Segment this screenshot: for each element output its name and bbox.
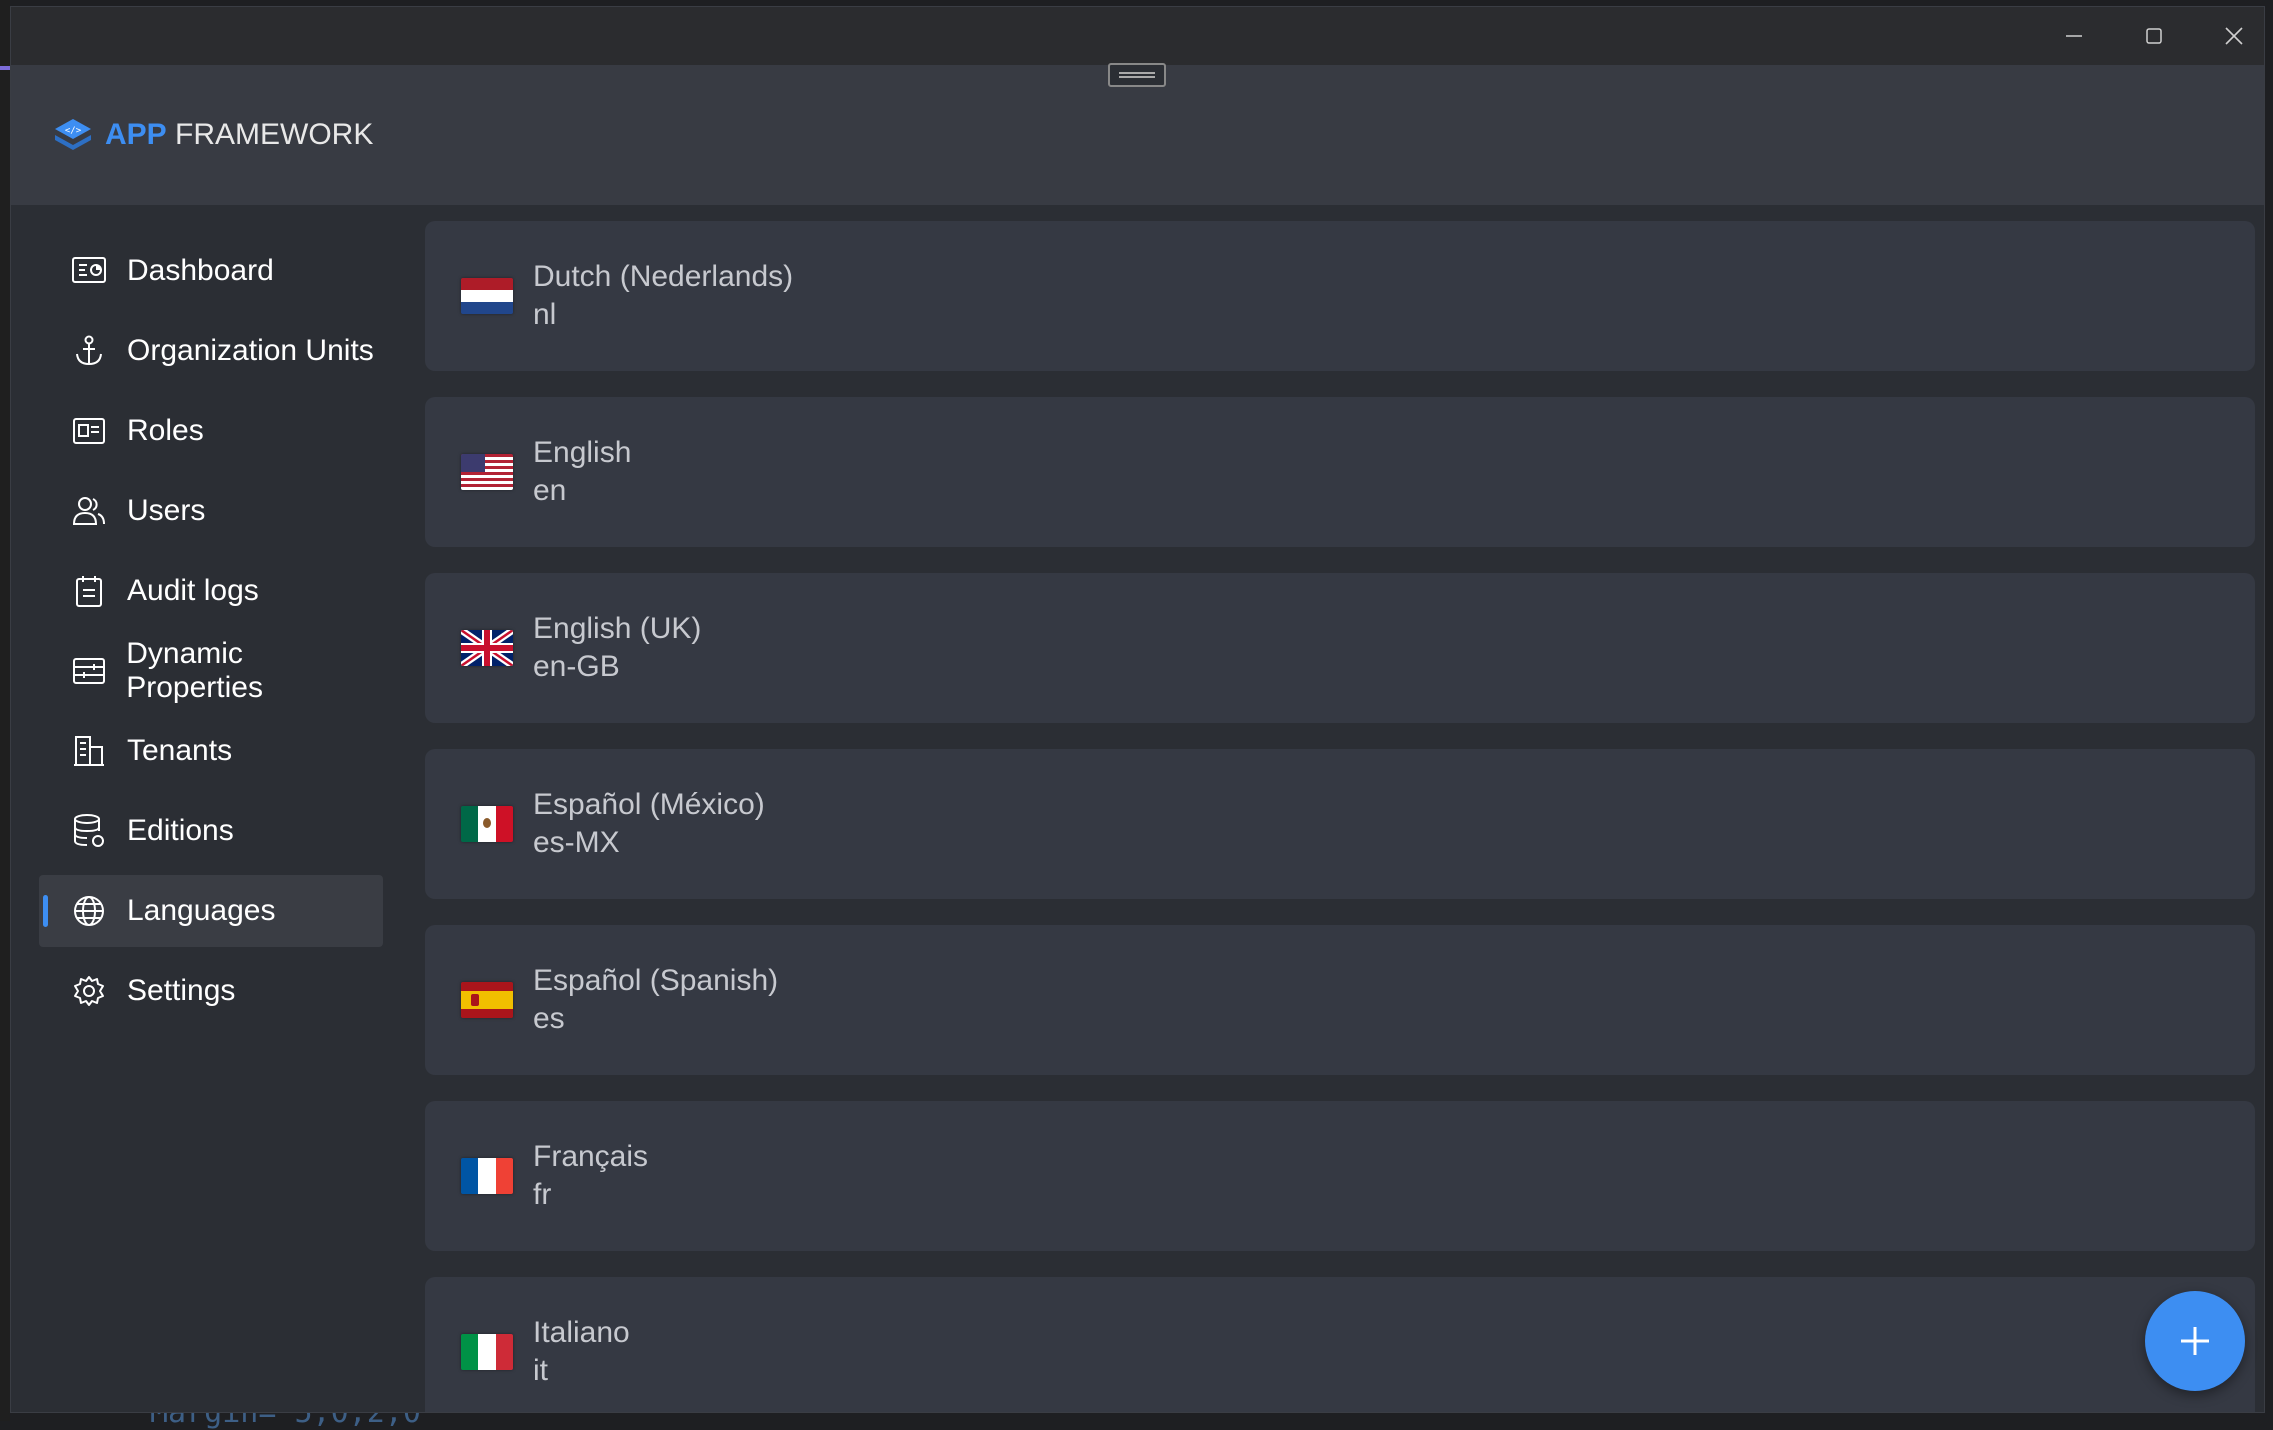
language-code: es bbox=[533, 1002, 565, 1035]
fr-flag-icon bbox=[461, 1158, 513, 1194]
users-icon bbox=[69, 491, 109, 531]
close-button[interactable] bbox=[2194, 7, 2264, 65]
list-item[interactable]: Dutch (Nederlands) nl bbox=[425, 221, 2255, 371]
language-code: nl bbox=[533, 298, 557, 331]
app-logo-icon: </> bbox=[55, 119, 91, 150]
sidebar-item-organization-units[interactable]: Organization Units bbox=[39, 315, 383, 387]
sidebar-item-users[interactable]: Users bbox=[39, 475, 383, 547]
sidebar-nav: Dashboard Organization Units Roles Users bbox=[39, 235, 383, 1035]
language-name: Español (México) bbox=[533, 788, 765, 821]
sidebar-item-label: Roles bbox=[127, 414, 204, 447]
language-code: es-MX bbox=[533, 826, 620, 859]
sidebar-item-editions[interactable]: Editions bbox=[39, 795, 383, 867]
sidebar-item-label: Languages bbox=[127, 894, 276, 927]
es-flag-icon bbox=[461, 982, 513, 1018]
sidebar-item-label: Dynamic Properties bbox=[126, 637, 263, 704]
language-code: it bbox=[533, 1354, 548, 1387]
language-code: fr bbox=[533, 1178, 552, 1211]
sidebar-item-audit-logs[interactable]: Audit logs bbox=[39, 555, 383, 627]
sidebar-item-settings[interactable]: Settings bbox=[39, 955, 383, 1027]
languages-list: Dutch (Nederlands) nl English en English… bbox=[425, 221, 2255, 1412]
globe-icon bbox=[69, 891, 109, 931]
building-icon bbox=[69, 731, 109, 771]
us-flag-icon bbox=[461, 454, 513, 490]
sidebar-item-label: Users bbox=[127, 494, 206, 527]
sidebar-item-dashboard[interactable]: Dashboard bbox=[39, 235, 383, 307]
brand-logo[interactable]: </> APP FRAMEWORK bbox=[51, 115, 373, 155]
active-indicator bbox=[43, 895, 48, 927]
gb-flag-icon bbox=[461, 630, 513, 666]
sidebar-item-tenants[interactable]: Tenants bbox=[39, 715, 383, 787]
language-name: Français bbox=[533, 1140, 649, 1173]
language-name: Dutch (Nederlands) bbox=[533, 260, 794, 293]
language-name: Italiano bbox=[533, 1316, 630, 1349]
sidebar-item-label: Tenants bbox=[127, 734, 233, 767]
minimize-icon bbox=[2066, 35, 2082, 37]
app-window: </> APP FRAMEWORK Dashboard Organization… bbox=[10, 6, 2265, 1413]
list-item[interactable]: Français fr bbox=[425, 1101, 2255, 1251]
maximize-icon bbox=[2146, 28, 2162, 44]
sidebar-item-label: Settings bbox=[127, 974, 236, 1007]
list-item[interactable]: English (UK) en-GB bbox=[425, 573, 2255, 723]
sidebar-item-languages[interactable]: Languages bbox=[39, 875, 383, 947]
sidebar-item-label: Organization Units bbox=[127, 334, 374, 367]
clipboard-icon bbox=[69, 571, 109, 611]
nl-flag-icon bbox=[461, 278, 513, 314]
minimize-button[interactable] bbox=[2034, 7, 2114, 65]
id-card-icon bbox=[69, 411, 109, 451]
language-name: Español (Spanish) bbox=[533, 964, 779, 997]
dashboard-icon bbox=[69, 251, 109, 291]
language-name: English (UK) bbox=[533, 612, 702, 645]
maximize-button[interactable] bbox=[2114, 7, 2194, 65]
background-editor-strip bbox=[0, 0, 10, 1421]
mx-flag-icon bbox=[461, 806, 513, 842]
it-flag-icon bbox=[461, 1334, 513, 1370]
title-bar[interactable] bbox=[11, 7, 2264, 65]
language-name: English bbox=[533, 436, 632, 469]
list-item[interactable]: Italiano it bbox=[425, 1277, 2255, 1412]
list-item[interactable]: Español (Spanish) es bbox=[425, 925, 2255, 1075]
sidebar-item-roles[interactable]: Roles bbox=[39, 395, 383, 467]
sidebar-item-label: Editions bbox=[127, 814, 234, 847]
svg-text:</>: </> bbox=[65, 126, 82, 136]
editor-accent-line bbox=[0, 66, 10, 70]
brand-suffix: FRAMEWORK bbox=[175, 118, 374, 151]
brand-prefix: APP bbox=[105, 118, 167, 151]
gear-icon bbox=[69, 971, 109, 1011]
sidebar-item-label: Audit logs bbox=[127, 574, 259, 607]
language-code: en bbox=[533, 474, 567, 507]
list-item[interactable]: English en bbox=[425, 397, 2255, 547]
plus-icon bbox=[2181, 1327, 2209, 1355]
anchor-icon bbox=[69, 331, 109, 371]
database-icon bbox=[69, 811, 109, 851]
drag-handle-icon[interactable] bbox=[1108, 63, 1166, 87]
main-body: Dashboard Organization Units Roles Users bbox=[11, 205, 2264, 1412]
close-icon bbox=[2225, 27, 2243, 45]
list-item[interactable]: Español (México) es-MX bbox=[425, 749, 2255, 899]
sidebar-item-dynamic-properties[interactable]: Dynamic Properties bbox=[39, 635, 383, 707]
sliders-icon bbox=[69, 651, 108, 691]
add-language-button[interactable] bbox=[2145, 1291, 2245, 1391]
sidebar-item-label: Dashboard bbox=[127, 254, 274, 287]
language-code: en-GB bbox=[533, 650, 620, 683]
